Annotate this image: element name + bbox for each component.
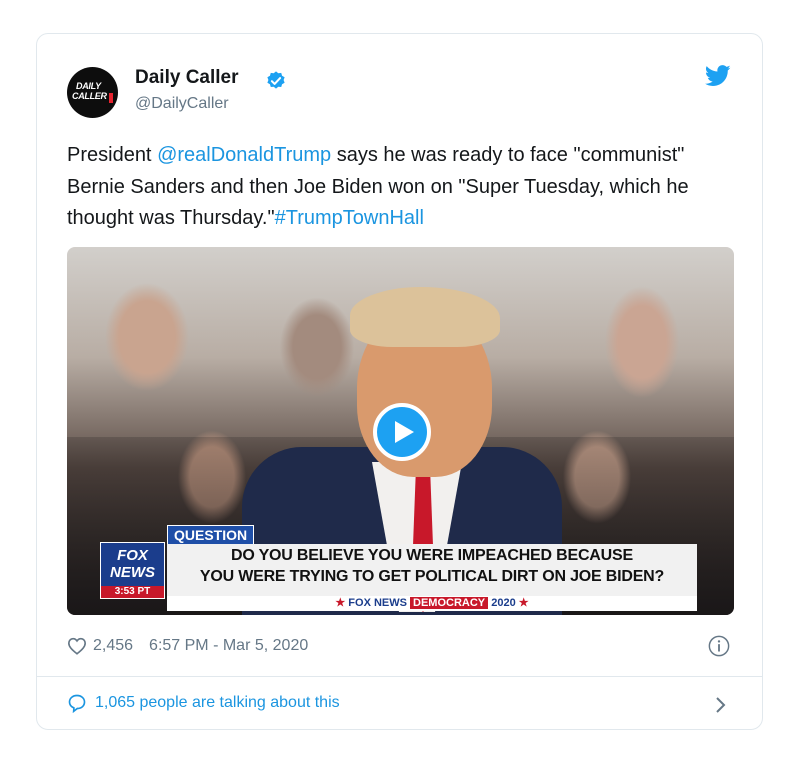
play-icon bbox=[395, 421, 414, 443]
banner-line2: YOU WERE TRYING TO GET POLITICAL DIRT ON… bbox=[199, 568, 665, 585]
avatar[interactable]: DAILY CALLER bbox=[67, 67, 118, 118]
strap-democracy: DEMOCRACY bbox=[410, 597, 489, 609]
talking-count[interactable]: 1,065 people are talking about this bbox=[95, 694, 340, 712]
tweet-card[interactable]: DAILY CALLER Daily Caller @DailyCaller P… bbox=[36, 33, 763, 730]
avatar-text-line1: DAILY bbox=[76, 81, 101, 91]
strap-year: 2020 bbox=[491, 597, 516, 609]
play-button[interactable] bbox=[373, 403, 431, 461]
video-player[interactable]: QUESTION FOX NEWS 3:53 PT DO YOU BELIEVE… bbox=[67, 247, 734, 615]
star-icon: ★ bbox=[335, 597, 346, 609]
avatar-mark bbox=[109, 93, 113, 103]
fox-logo-line2: NEWS bbox=[110, 564, 155, 581]
account-name[interactable]: Daily Caller bbox=[135, 67, 239, 89]
info-icon[interactable] bbox=[708, 635, 730, 657]
mention-link[interactable]: @realDonaldTrump bbox=[157, 144, 331, 166]
like-count[interactable]: 2,456 bbox=[93, 637, 133, 655]
chevron-right-icon[interactable] bbox=[715, 696, 727, 714]
fox-logo-line1: FOX bbox=[117, 547, 148, 564]
divider bbox=[37, 676, 762, 677]
strap-network: FOX NEWS bbox=[348, 597, 407, 609]
account-handle[interactable]: @DailyCaller bbox=[135, 95, 229, 113]
conversation-link[interactable]: 1,065 people are talking about this bbox=[67, 691, 340, 715]
verified-icon bbox=[267, 71, 285, 89]
star-icon: ★ bbox=[518, 597, 529, 609]
twitter-bird-icon[interactable] bbox=[705, 65, 731, 87]
hashtag-link[interactable]: #TrumpTownHall bbox=[275, 207, 424, 229]
video-subject-hair bbox=[350, 287, 500, 347]
tweet-meta: 2,456 6:57 PM - Mar 5, 2020 bbox=[67, 634, 308, 658]
tweet-text-part1: President bbox=[67, 144, 158, 166]
tweet-timestamp[interactable]: 6:57 PM - Mar 5, 2020 bbox=[149, 637, 308, 655]
news-chyron: QUESTION FOX NEWS 3:53 PT DO YOU BELIEVE… bbox=[67, 522, 734, 615]
chyron-time: 3:53 PT bbox=[101, 586, 164, 598]
heart-icon[interactable] bbox=[67, 637, 87, 655]
comment-icon bbox=[68, 694, 86, 713]
question-banner: DO YOU BELIEVE YOU WERE IMPEACHED BECAUS… bbox=[167, 544, 697, 596]
banner-line1: DO YOU BELIEVE YOU WERE IMPEACHED BECAUS… bbox=[231, 547, 633, 564]
avatar-text-line2: CALLER bbox=[72, 91, 107, 101]
fox-news-logo: FOX NEWS 3:53 PT bbox=[100, 542, 165, 599]
network-strap: ★ FOX NEWS DEMOCRACY 2020 ★ bbox=[167, 596, 697, 611]
question-tag: QUESTION bbox=[167, 525, 255, 545]
tweet-text: President @realDonaldTrump says he was r… bbox=[67, 140, 747, 235]
